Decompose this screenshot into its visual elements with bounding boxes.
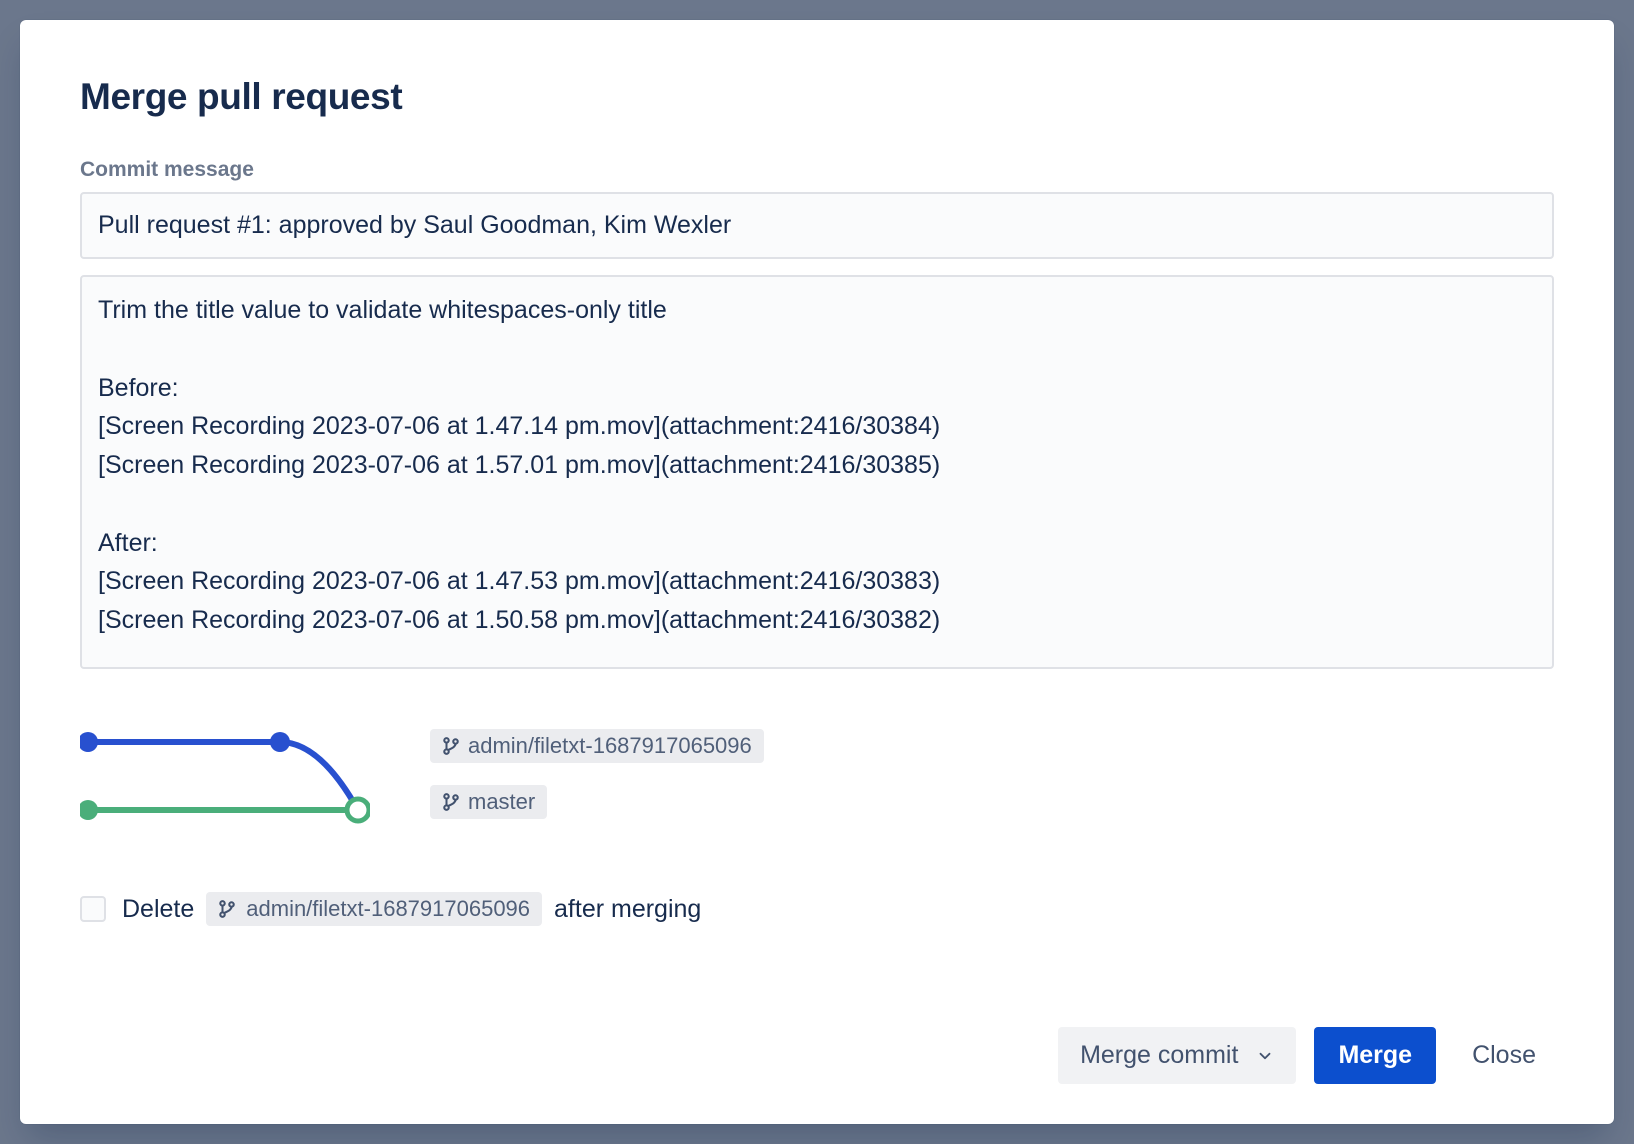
commit-subject-input[interactable] — [80, 192, 1554, 259]
branch-icon — [442, 736, 460, 756]
source-branch-tag: admin/filetxt-1687917065096 — [430, 729, 764, 763]
commit-message-label: Commit message — [80, 158, 1554, 182]
delete-branch-tag: admin/filetxt-1687917065096 — [206, 892, 542, 926]
source-branch-name: admin/filetxt-1687917065096 — [468, 733, 752, 759]
branch-icon — [218, 899, 236, 919]
delete-branch-option: Delete admin/filetxt-1687917065096 after… — [80, 892, 1554, 926]
dialog-title: Merge pull request — [80, 76, 1554, 118]
delete-branch-checkbox[interactable] — [80, 896, 106, 922]
branch-icon — [442, 792, 460, 812]
merge-pull-request-dialog: Merge pull request Commit message Trim t… — [20, 20, 1614, 1124]
delete-suffix-text: after merging — [554, 895, 701, 924]
close-button[interactable]: Close — [1454, 1027, 1554, 1084]
target-branch-name: master — [468, 789, 535, 815]
delete-prefix-text: Delete — [122, 895, 194, 924]
merge-strategy-select[interactable]: Merge commit — [1058, 1027, 1296, 1084]
merge-graph — [80, 724, 370, 824]
chevron-down-icon — [1256, 1047, 1274, 1065]
target-branch-tag: master — [430, 785, 547, 819]
merge-button[interactable]: Merge — [1314, 1027, 1436, 1084]
branch-diagram: admin/filetxt-1687917065096 master — [80, 724, 1554, 824]
merge-strategy-label: Merge commit — [1080, 1041, 1238, 1070]
dialog-footer: Merge commit Merge Close — [80, 1027, 1554, 1084]
branch-labels: admin/filetxt-1687917065096 master — [430, 729, 764, 819]
commit-body-textarea[interactable]: Trim the title value to validate whitesp… — [80, 275, 1554, 669]
delete-branch-name: admin/filetxt-1687917065096 — [246, 896, 530, 922]
